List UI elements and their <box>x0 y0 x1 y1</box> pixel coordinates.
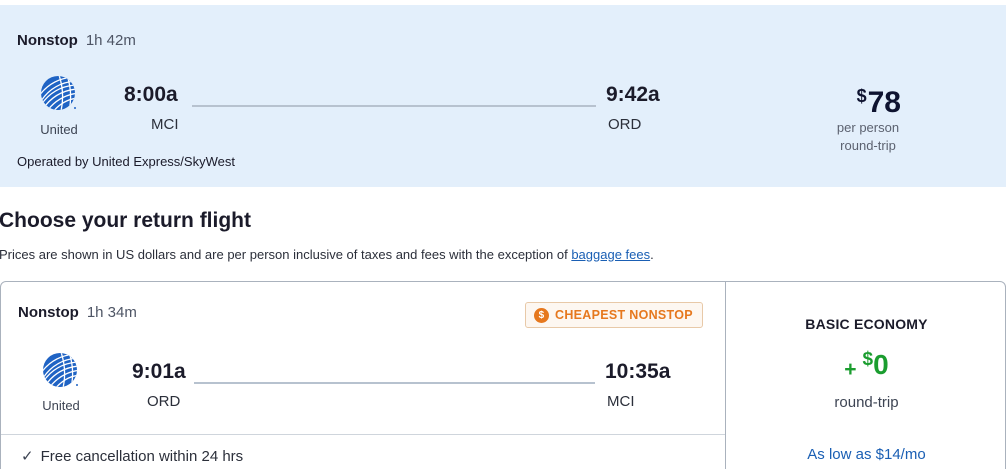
arrive-time: 10:35a <box>605 360 671 383</box>
depart-airport: ORD <box>147 393 181 410</box>
return-flight-heading: Choose your return flight <box>0 209 251 232</box>
check-icon: ✓ <box>21 448 34 465</box>
flight-summary: Nonstop 1h 42m <box>17 32 136 49</box>
flight-route-line <box>192 105 596 107</box>
selected-price: $78 <box>857 86 901 120</box>
dollar-badge-icon: $ <box>534 307 549 323</box>
arrive-airport: MCI <box>607 393 635 410</box>
fare-amount: 0 <box>873 349 889 380</box>
fare-price[interactable]: + $0 <box>725 349 1006 382</box>
united-globe-icon <box>43 353 78 387</box>
price-note: per person round-trip <box>820 119 916 155</box>
price-disclaimer: Prices are shown in US dollars and are p… <box>0 247 654 262</box>
duration-label: 1h 42m <box>85 32 136 49</box>
fare-plus: + <box>844 358 857 381</box>
depart-time: 8:00a <box>124 83 178 106</box>
price-note-round-trip: round-trip <box>840 138 896 153</box>
return-flight-summary: Nonstop 1h 34m <box>18 304 137 321</box>
price-note-per-person: per person <box>836 120 900 135</box>
price-amount: 78 <box>867 86 901 119</box>
badge-label: CHEAPEST NONSTOP <box>555 308 693 322</box>
free-cancellation: ✓ Free cancellation within 24 hrs <box>21 447 244 466</box>
stops-label: Nonstop <box>17 32 78 49</box>
arrive-time: 9:42a <box>606 83 660 106</box>
operated-by-text: Operated by United Express/SkyWest <box>17 154 235 169</box>
fare-currency: $ <box>862 349 874 370</box>
airline-name: United <box>40 122 78 137</box>
stops-label: Nonstop <box>18 304 79 321</box>
duration-label: 1h 34m <box>86 304 137 321</box>
financing-link[interactable]: As low as $14/mo <box>725 446 1006 463</box>
depart-time: 9:01a <box>132 360 186 383</box>
disclaimer-period: . <box>650 247 654 262</box>
selected-outbound-flight: Nonstop 1h 42m United 8:00a MCI 9:42a ORD… <box>0 5 1006 187</box>
disclaimer-text: Prices are shown in US dollars and are p… <box>0 247 568 262</box>
cheapest-nonstop-badge: $ CHEAPEST NONSTOP <box>525 302 703 328</box>
depart-airport: MCI <box>151 116 179 133</box>
airline-name: United <box>42 398 80 413</box>
return-flight-card[interactable]: Nonstop 1h 34m $ CHEAPEST NONSTOP United … <box>0 281 1006 469</box>
arrive-airport: ORD <box>608 116 642 133</box>
free-cancellation-label: Free cancellation within 24 hrs <box>40 447 244 465</box>
baggage-fees-link[interactable]: baggage fees <box>571 247 650 262</box>
united-globe-icon <box>41 76 76 110</box>
card-separator <box>1 434 725 435</box>
fare-class-label: BASIC ECONOMY <box>805 316 928 332</box>
price-currency: $ <box>856 86 867 106</box>
flight-route-line <box>194 382 595 384</box>
fare-note: round-trip <box>834 394 899 411</box>
